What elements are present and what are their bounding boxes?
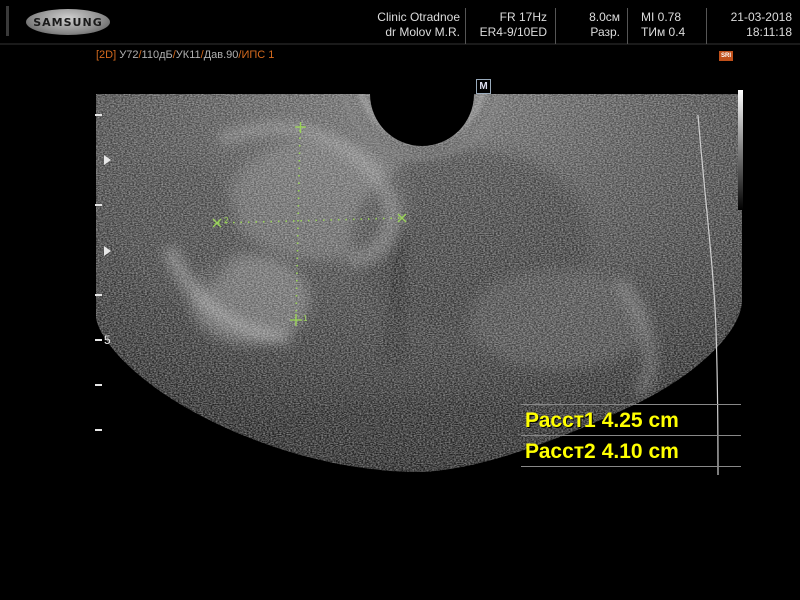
- clinic-name: Clinic Otradnoe: [377, 10, 460, 24]
- sri-badge: SRI: [719, 51, 733, 61]
- measurement-value: 4.25 cm: [601, 409, 679, 432]
- header-separator: [627, 8, 628, 44]
- measurement-label: Расст1: [525, 409, 596, 432]
- caliper-label-1: 1: [303, 314, 308, 323]
- param-power: Дав.90: [203, 49, 239, 61]
- frame-rate: FR 17Hz: [499, 10, 547, 24]
- mechanical-index: MI 0.78: [641, 10, 682, 24]
- clinic-info: Clinic Otradnoe dr Molov M.R.: [330, 10, 460, 40]
- header-separator: [555, 8, 556, 44]
- measurement-row: Расст1 4.25 cm: [521, 404, 741, 435]
- mode-label: [2D]: [96, 49, 117, 61]
- orientation-marker: M: [476, 79, 491, 94]
- measurement-value: 4.10 cm: [601, 440, 679, 463]
- exam-date: 21-03-2018: [730, 10, 792, 24]
- doctor-name: dr Molov M.R.: [385, 25, 460, 39]
- thermal-index: TИм 0.4: [641, 25, 686, 39]
- safety-indices: MI 0.78 TИм 0.4: [641, 10, 703, 40]
- depth-label: 5: [104, 333, 111, 347]
- depth-value: 8.0см: [589, 10, 620, 24]
- grayscale-bar: [738, 90, 743, 210]
- measurement-row: Расст2 4.10 cm: [521, 435, 741, 467]
- datetime: 21-03-2018 18:11:18: [714, 10, 792, 40]
- measurement-label: Расст2: [525, 440, 596, 463]
- measurement-panel: Расст1 4.25 cm Расст2 4.10 cm: [521, 404, 741, 467]
- depth-info: 8.0см Разр.: [562, 10, 620, 40]
- param-frame-avg: УК11: [175, 49, 201, 61]
- param-gain-depth: У72: [119, 49, 139, 61]
- window-edge: [6, 6, 9, 36]
- param-map: ИПС 1: [241, 49, 275, 61]
- caliper-label-2: 2: [224, 216, 229, 225]
- imaging-params: [2D] У72/110дБ/УК11/Дав.90/ИПС 1: [96, 49, 274, 61]
- resolution-label: Разр.: [590, 25, 620, 39]
- probe-name: ER4-9/10ED: [479, 25, 547, 39]
- header-separator: [465, 8, 466, 44]
- samsung-logo: SAMSUNG: [26, 9, 110, 35]
- probe-info: FR 17Hz ER4-9/10ED: [470, 10, 547, 40]
- ultrasound-image: [0, 43, 800, 476]
- header-separator: [706, 8, 707, 44]
- exam-time: 18:11:18: [746, 25, 792, 39]
- param-dynamic-range: 110дБ: [141, 49, 173, 61]
